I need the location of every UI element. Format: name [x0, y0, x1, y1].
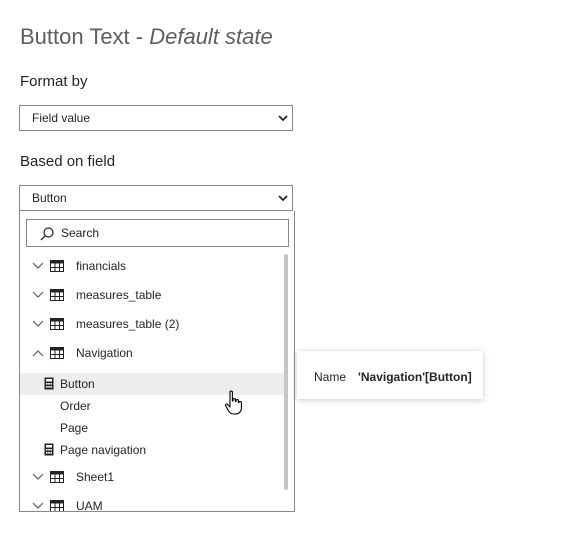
tooltip-name-label: Name [314, 370, 347, 384]
tree-item-measures-table[interactable]: measures_table [20, 284, 285, 306]
based-on-field-value: Button [32, 191, 67, 205]
expand-chevron-icon[interactable] [32, 473, 44, 481]
title-state: Default state [149, 24, 273, 49]
expand-chevron-icon[interactable] [32, 291, 44, 299]
field-item-order[interactable]: Order [20, 395, 285, 417]
calculator-icon [44, 377, 54, 390]
based-on-field-label: Based on field [20, 153, 116, 170]
chevron-down-icon [278, 195, 288, 202]
format-by-value: Field value [32, 111, 91, 125]
expand-chevron-icon[interactable] [32, 262, 44, 270]
field-item-label: Order [60, 399, 91, 413]
table-icon [50, 318, 64, 330]
tree-item-financials[interactable]: financials [20, 255, 285, 277]
format-by-select[interactable]: Field value [19, 105, 293, 131]
calculator-icon [44, 443, 54, 456]
tooltip-name-value: 'Navigation'[Button] [358, 370, 472, 384]
table-icon [50, 289, 64, 301]
format-by-label: Format by [20, 73, 88, 90]
field-item-page-navigation[interactable]: Page navigation [20, 439, 285, 461]
search-placeholder: Search [61, 226, 100, 240]
pane-title: Button Text - Default state [20, 24, 273, 50]
tree-item-measures-table-2[interactable]: measures_table (2) [20, 313, 285, 335]
search-icon [40, 227, 54, 241]
tree-item-navigation[interactable]: Navigation [20, 342, 285, 364]
field-item-label: Page [60, 421, 89, 435]
tree-item-label: Sheet1 [76, 470, 115, 484]
collapse-chevron-icon[interactable] [32, 349, 44, 357]
field-item-button[interactable]: Button [20, 373, 285, 395]
field-item-label: Page navigation [60, 443, 147, 457]
tree-item-label: financials [76, 259, 127, 273]
based-on-field-select[interactable]: Button [19, 185, 293, 211]
tree-item-label: measures_table [76, 288, 162, 302]
tree-item-label: UAM [76, 499, 103, 512]
field-item-page[interactable]: Page [20, 417, 285, 439]
tree-item-label: measures_table (2) [76, 317, 180, 331]
field-item-label: Button [60, 377, 95, 391]
chevron-down-icon [278, 115, 288, 122]
field-tooltip: Name 'Navigation'[Button] [297, 351, 483, 399]
table-icon [50, 347, 64, 359]
tree-item-uam[interactable]: UAM [20, 495, 285, 512]
title-main: Button Text - [20, 24, 150, 49]
table-icon [50, 500, 64, 511]
hand-cursor-icon [224, 390, 242, 415]
table-icon [50, 471, 64, 483]
expand-chevron-icon[interactable] [32, 320, 44, 328]
dropdown-scrollbar[interactable] [284, 254, 288, 490]
search-input[interactable]: Search [26, 219, 289, 247]
tree-item-label: Navigation [76, 346, 133, 360]
tree-item-sheet1[interactable]: Sheet1 [20, 466, 285, 488]
expand-chevron-icon[interactable] [32, 502, 44, 510]
table-icon [50, 260, 64, 272]
field-dropdown-panel: Search financials measures_table measure… [19, 211, 295, 512]
